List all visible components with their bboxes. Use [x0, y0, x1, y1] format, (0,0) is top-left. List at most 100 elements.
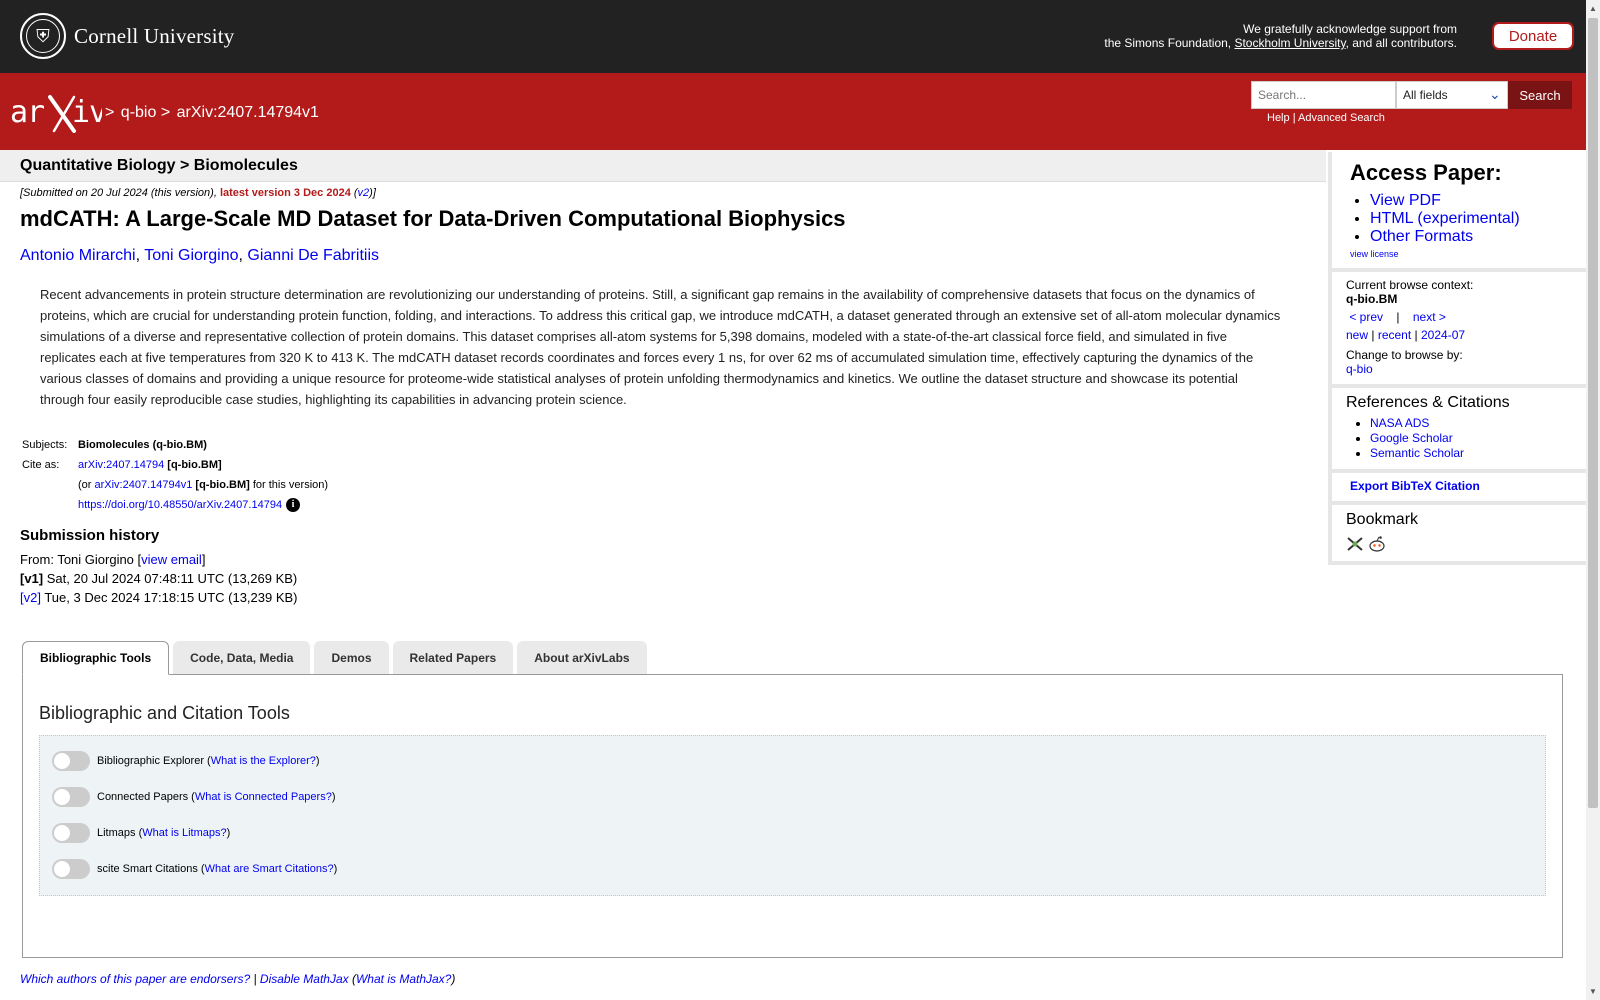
v2-history-link[interactable]: [v2] — [20, 590, 41, 605]
doi-link[interactable]: https://doi.org/10.48550/arXiv.2407.1479… — [78, 499, 282, 511]
stockholm-link[interactable]: Stockholm University — [1234, 36, 1345, 50]
arxiv-logo[interactable]: ar iv — [10, 93, 102, 133]
author-link[interactable]: Antonio Mirarchi — [20, 247, 136, 264]
google-scholar-link[interactable]: Google Scholar — [1370, 431, 1453, 445]
chevron-down-icon: ⌄ — [1489, 86, 1501, 102]
tab-panel: Bibliographic and Citation Tools Bibliog… — [22, 674, 1563, 958]
author-list: Antonio Mirarchi, Toni Giorgino, Gianni … — [20, 247, 379, 265]
subjects-row: Subjects: Biomolecules (q-bio.BM) — [20, 435, 328, 455]
help-separator: | — [1292, 112, 1296, 124]
explorer-toggle[interactable] — [52, 751, 90, 771]
abstract: Recent advancements in protein structure… — [40, 287, 1281, 407]
references-box: References & Citations NASA ADS Google S… — [1328, 388, 1586, 473]
history-from-suffix: ] — [201, 552, 206, 567]
author-link[interactable]: Gianni De Fabritiis — [247, 247, 379, 264]
tools-title: Bibliographic and Citation Tools — [39, 703, 290, 723]
donate-button[interactable]: Donate — [1492, 22, 1574, 50]
arxiv-header: ar iv > q-bio > arXiv:2407.14794v1 Searc… — [0, 73, 1586, 150]
cornell-logo[interactable]: ⛨ Cornell University — [20, 13, 235, 59]
view-license-link[interactable]: view license — [1350, 249, 1399, 259]
tab-about-arxivlabs[interactable]: About arXivLabs — [517, 641, 647, 674]
cite-version-row: (or arXiv:2407.14794v1 [q-bio.BM] for th… — [20, 475, 328, 495]
tool-help-link[interactable]: What is Connected Papers? — [195, 791, 332, 803]
new-link[interactable]: new — [1346, 328, 1368, 342]
tab-related-papers[interactable]: Related Papers — [392, 641, 514, 674]
scite-toggle[interactable] — [52, 859, 90, 879]
tool-help-link[interactable]: What are Smart Citations? — [205, 863, 334, 875]
nasa-ads-link[interactable]: NASA ADS — [1370, 416, 1429, 430]
export-bibtex-link[interactable]: Export BibTeX Citation — [1350, 479, 1480, 493]
sidebar: Access Paper: View PDF HTML (experimenta… — [1328, 152, 1586, 565]
next-link[interactable]: next > — [1413, 310, 1446, 324]
endorsers-link[interactable]: Which authors of this paper are endorser… — [20, 972, 250, 986]
submission-history: From: Toni Giorgino [view email] [v1] Sa… — [20, 550, 298, 607]
support-acknowledgement: We gratefully acknowledge support from t… — [1104, 22, 1457, 50]
other-formats-link[interactable]: Other Formats — [1370, 228, 1473, 245]
tab-demos[interactable]: Demos — [314, 641, 389, 674]
subjects-value: Biomolecules (q-bio.BM) — [78, 439, 207, 451]
connected-papers-toggle[interactable] — [52, 787, 90, 807]
submission-history-title: Submission history — [20, 527, 160, 544]
author-link[interactable]: Toni Giorgino — [144, 247, 238, 264]
v2-link[interactable]: v2 — [358, 187, 370, 199]
footer-separator: | — [250, 972, 260, 986]
search-button[interactable]: Search — [1508, 81, 1572, 109]
svg-text:ar: ar — [10, 95, 44, 130]
submitted-prefix: [Submitted on 20 Jul 2024 (this version)… — [20, 187, 220, 199]
history-from: From: Toni Giorgino [view email] — [20, 550, 298, 569]
search-field-value: All fields — [1403, 88, 1448, 102]
prev-next-nav: < prev | next > — [1346, 310, 1576, 324]
cite-id-link[interactable]: arXiv:2407.14794 — [78, 459, 164, 471]
prev-link[interactable]: < prev — [1349, 310, 1383, 324]
tab-bibliographic-tools[interactable]: Bibliographic Tools — [22, 641, 170, 675]
author-separator: , — [135, 247, 145, 264]
what-is-mathjax-link[interactable]: What is MathJax? — [356, 972, 451, 986]
advanced-search-link[interactable]: Advanced Search — [1298, 112, 1385, 124]
tool-help-link[interactable]: What is the Explorer? — [211, 755, 316, 767]
browse-context-box: Current browse context: q-bio.BM < prev … — [1328, 272, 1586, 388]
cite-version-link[interactable]: arXiv:2407.14794v1 — [95, 479, 193, 491]
html-link[interactable]: HTML (experimental) — [1370, 210, 1520, 227]
search-input[interactable]: Search... — [1251, 81, 1396, 109]
disable-mathjax-link[interactable]: Disable MathJax — [260, 972, 349, 986]
recent-link[interactable]: recent — [1378, 328, 1411, 342]
v1-text: Sat, 20 Jul 2024 07:48:11 UTC (13,269 KB… — [43, 571, 298, 586]
category-bar: Quantitative Biology > Biomolecules — [0, 150, 1326, 182]
nav-separator: | — [1396, 310, 1400, 324]
tool-help-link[interactable]: What is Litmaps? — [142, 827, 226, 839]
tool-label: Litmaps — [97, 827, 136, 839]
tool-row: Connected Papers (What is Connected Pape… — [52, 787, 336, 807]
search-field-select[interactable]: All fields ⌄ — [1396, 81, 1508, 109]
top-banner: ⛨ Cornell University We gratefully ackno… — [0, 0, 1586, 73]
scroll-down-icon[interactable]: ▼ — [1589, 987, 1597, 996]
month-link[interactable]: 2024-07 — [1421, 328, 1465, 342]
tool-label: Connected Papers — [97, 791, 189, 803]
cite2-category: [q-bio.BM] — [192, 479, 250, 491]
info-icon[interactable]: i — [286, 498, 301, 513]
view-pdf-link[interactable]: View PDF — [1370, 192, 1441, 209]
labs-tabs: Bibliographic Tools Code, Data, Media De… — [22, 641, 651, 675]
nav-separator: | — [1371, 328, 1375, 342]
cite-category: [q-bio.BM] — [164, 459, 222, 471]
references-links: NASA ADS Google Scholar Semantic Scholar — [1346, 416, 1576, 461]
change-browse-link[interactable]: q-bio — [1346, 362, 1373, 376]
context-label: Current browse context: — [1346, 278, 1474, 292]
page-scrollbar[interactable]: ▲ ▼ — [1586, 0, 1600, 1000]
litmaps-toggle[interactable] — [52, 823, 90, 843]
bookmark-title: Bookmark — [1346, 511, 1419, 528]
scrollbar-thumb[interactable] — [1588, 18, 1598, 808]
reddit-icon[interactable] — [1368, 535, 1386, 553]
help-link[interactable]: Help — [1267, 112, 1290, 124]
view-email-link[interactable]: view email — [141, 552, 202, 567]
semantic-scholar-link[interactable]: Semantic Scholar — [1370, 446, 1464, 460]
list-nav: new | recent | 2024-07 — [1346, 328, 1576, 342]
bibsonomy-icon[interactable] — [1346, 535, 1364, 553]
tab-code-data-media[interactable]: Code, Data, Media — [173, 641, 311, 674]
access-paper-box: Access Paper: View PDF HTML (experimenta… — [1328, 152, 1586, 272]
history-from-prefix: From: Toni Giorgino [ — [20, 552, 142, 567]
scroll-up-icon[interactable]: ▲ — [1589, 4, 1597, 13]
cite2-prefix: (or — [78, 479, 95, 491]
breadcrumb-category[interactable]: q-bio — [121, 104, 157, 121]
history-v2: [v2] Tue, 3 Dec 2024 17:18:15 UTC (13,23… — [20, 588, 298, 607]
references-title: References & Citations — [1346, 394, 1510, 411]
